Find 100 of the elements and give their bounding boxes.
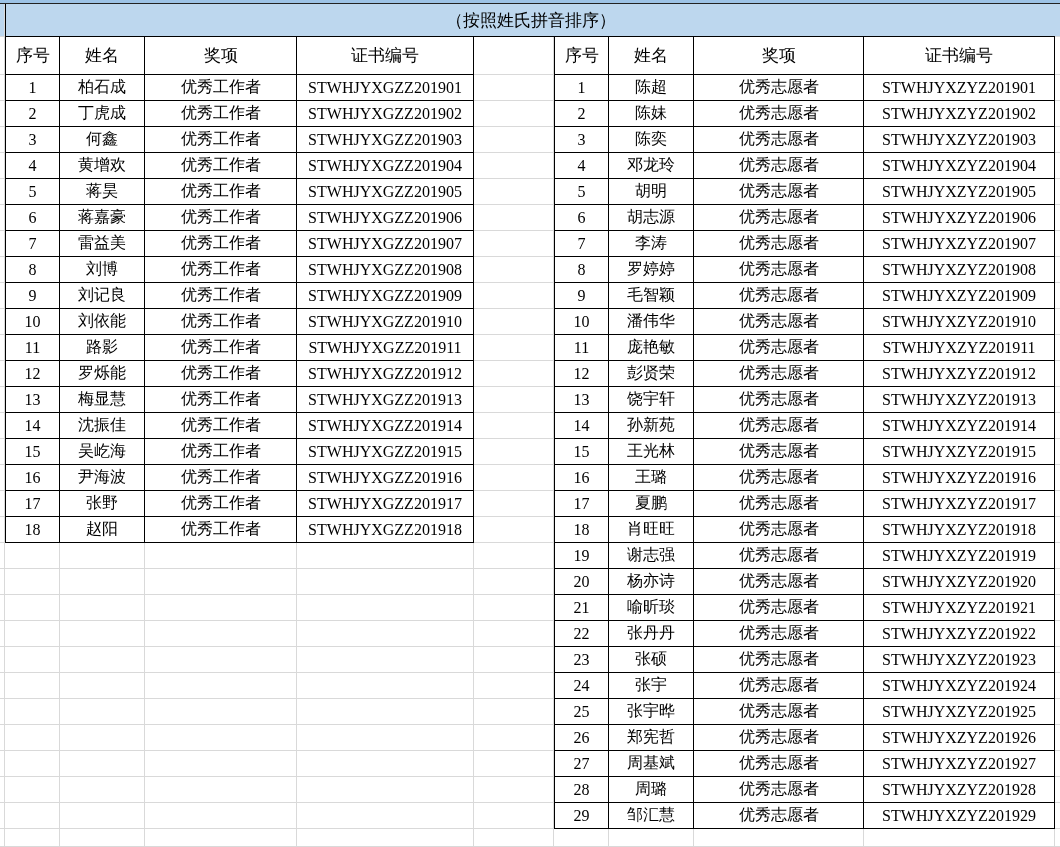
- table-cell: 优秀志愿者: [694, 777, 864, 803]
- table-cell: 陈奕: [609, 127, 694, 153]
- table-cell: 张宇晔: [609, 699, 694, 725]
- table-cell: 优秀工作者: [145, 179, 297, 205]
- table-cell: 张丹丹: [609, 621, 694, 647]
- table-cell: 13: [5, 387, 60, 413]
- table-cell: 优秀工作者: [145, 231, 297, 257]
- table-cell: 优秀工作者: [145, 413, 297, 439]
- table-cell: 优秀工作者: [145, 465, 297, 491]
- table-cell: 优秀工作者: [145, 283, 297, 309]
- table-cell: 李涛: [609, 231, 694, 257]
- table-cell: 4: [5, 153, 60, 179]
- table-cell: 优秀工作者: [145, 491, 297, 517]
- table-cell: 彭贤荣: [609, 361, 694, 387]
- table-cell: 优秀志愿者: [694, 361, 864, 387]
- table-cell: 2: [554, 101, 609, 127]
- table-cell: 优秀志愿者: [694, 309, 864, 335]
- table-cell: 24: [554, 673, 609, 699]
- table-cell: 4: [554, 153, 609, 179]
- table-cell: 优秀工作者: [145, 439, 297, 465]
- table-cell: 8: [5, 257, 60, 283]
- table-cell: 17: [554, 491, 609, 517]
- table-cell: 优秀志愿者: [694, 465, 864, 491]
- table-cell: 15: [554, 439, 609, 465]
- table-cell: 优秀志愿者: [694, 621, 864, 647]
- table-cell: 1: [5, 75, 60, 101]
- table-cell: 14: [5, 413, 60, 439]
- table-cell: 优秀志愿者: [694, 101, 864, 127]
- table-cell: 5: [5, 179, 60, 205]
- table-cell: 11: [554, 335, 609, 361]
- table-cell: 优秀志愿者: [694, 543, 864, 569]
- table-cell: 刘记良: [60, 283, 145, 309]
- table-cell: 张硕: [609, 647, 694, 673]
- table-cell: 优秀志愿者: [694, 569, 864, 595]
- table-cell: 黄增欢: [60, 153, 145, 179]
- table-cell: 10: [554, 309, 609, 335]
- table-cell: 13: [554, 387, 609, 413]
- table-cell: 优秀工作者: [145, 361, 297, 387]
- table-cell: 梅显慧: [60, 387, 145, 413]
- column-header: 姓名: [60, 37, 145, 75]
- table-cell: 22: [554, 621, 609, 647]
- table-cell: 张野: [60, 491, 145, 517]
- table-cell: 庞艳敏: [609, 335, 694, 361]
- table-cell: 3: [5, 127, 60, 153]
- table-cell: 优秀志愿者: [694, 179, 864, 205]
- table-cell: 喻昕琰: [609, 595, 694, 621]
- table-cell: 10: [5, 309, 60, 335]
- sheet-title: （按照姓氏拼音排序）: [5, 4, 1055, 37]
- column-header: 姓名: [609, 37, 694, 75]
- table-cell: 优秀志愿者: [694, 725, 864, 751]
- table-cell: 19: [554, 543, 609, 569]
- table-cell: 9: [5, 283, 60, 309]
- table-cell: 优秀工作者: [145, 205, 297, 231]
- table-cell: 8: [554, 257, 609, 283]
- table-cell: 柏石成: [60, 75, 145, 101]
- table-cell: 吴屹海: [60, 439, 145, 465]
- table-cell: 5: [554, 179, 609, 205]
- table-cell: 优秀工作者: [145, 153, 297, 179]
- table-cell: 优秀志愿者: [694, 751, 864, 777]
- table-cell: 9: [554, 283, 609, 309]
- table-cell: 28: [554, 777, 609, 803]
- table-cell: 陈妹: [609, 101, 694, 127]
- table-cell: 路影: [60, 335, 145, 361]
- column-header: 序号: [5, 37, 60, 75]
- table-cell: 优秀志愿者: [694, 517, 864, 543]
- table-cell: 夏鹏: [609, 491, 694, 517]
- table-cell: 优秀志愿者: [694, 491, 864, 517]
- table-cell: 刘依能: [60, 309, 145, 335]
- table-cell: 优秀志愿者: [694, 127, 864, 153]
- table-cell: 15: [5, 439, 60, 465]
- table-cell: 优秀志愿者: [694, 153, 864, 179]
- table-cell: 优秀工作者: [145, 101, 297, 127]
- table-cell: 1: [554, 75, 609, 101]
- table-cell: 何鑫: [60, 127, 145, 153]
- table-cell: 陈超: [609, 75, 694, 101]
- table-cell: 优秀志愿者: [694, 387, 864, 413]
- table-cell: 周基斌: [609, 751, 694, 777]
- table-cell: 18: [554, 517, 609, 543]
- table-cell: 谢志强: [609, 543, 694, 569]
- table-cell: 优秀工作者: [145, 127, 297, 153]
- table-cell: 邓龙玲: [609, 153, 694, 179]
- table-cell: 21: [554, 595, 609, 621]
- table-cell: 优秀志愿者: [694, 647, 864, 673]
- column-header: 奖项: [145, 37, 297, 75]
- table-cell: 优秀志愿者: [694, 257, 864, 283]
- table-cell: 王光林: [609, 439, 694, 465]
- table-cell: 优秀志愿者: [694, 75, 864, 101]
- table-cell: 优秀志愿者: [694, 231, 864, 257]
- table-cell: 14: [554, 413, 609, 439]
- table-cell: 郑宪哲: [609, 725, 694, 751]
- table-cell: 6: [5, 205, 60, 231]
- table-cell: 优秀志愿者: [694, 205, 864, 231]
- table-cell: 6: [554, 205, 609, 231]
- table-cell: 优秀志愿者: [694, 673, 864, 699]
- table-cell: 优秀工作者: [145, 257, 297, 283]
- table-cell: 雷益美: [60, 231, 145, 257]
- table-cell: 肖旺旺: [609, 517, 694, 543]
- table-cell: 17: [5, 491, 60, 517]
- table-cell: 饶宇轩: [609, 387, 694, 413]
- table-cell: 16: [554, 465, 609, 491]
